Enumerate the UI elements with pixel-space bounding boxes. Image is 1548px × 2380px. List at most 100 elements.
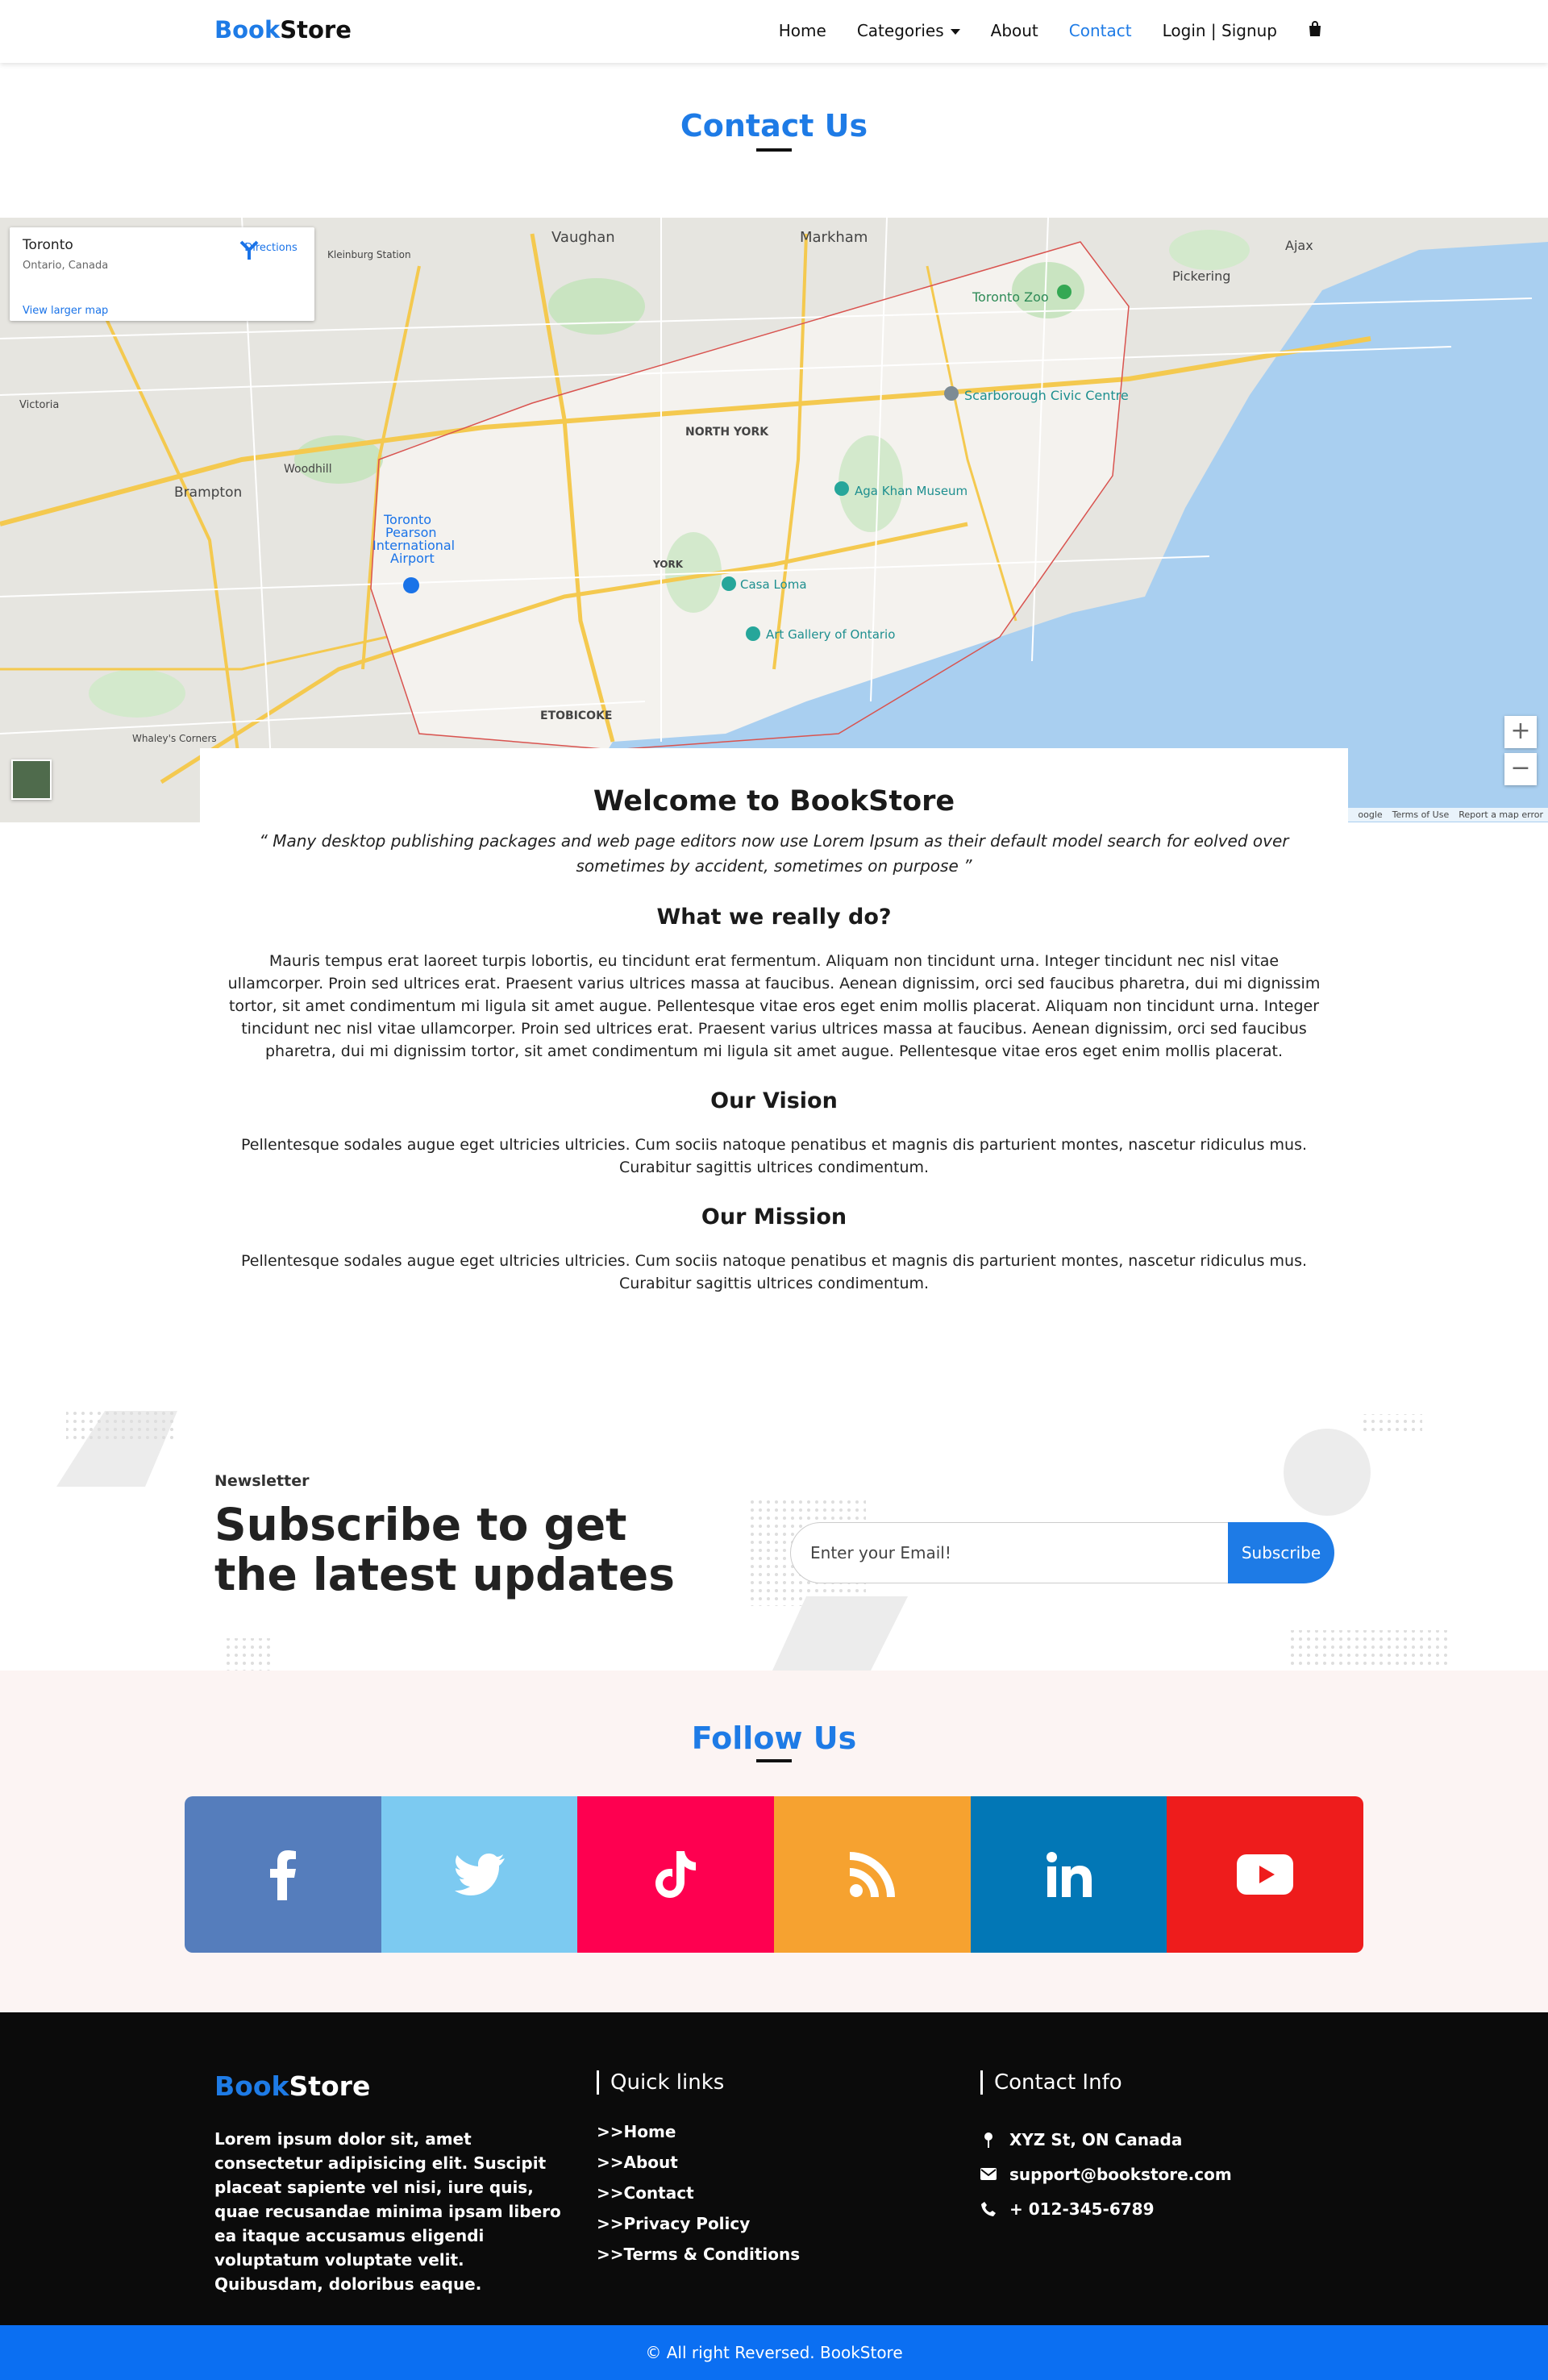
view-larger-map-link[interactable]: View larger map	[23, 305, 108, 317]
quick-links-list: >>Home >>About >>Contact >>Privacy Polic…	[597, 2122, 800, 2275]
nav-login-signup[interactable]: Login | Signup	[1163, 21, 1277, 40]
zoom-out-button[interactable]: −	[1504, 753, 1537, 785]
svg-text:Casa Loma: Casa Loma	[740, 577, 807, 592]
copyright-bar: © All right Reversed. BookStore	[0, 2325, 1548, 2380]
about-card: Welcome to BookStore “ Many desktop publ…	[200, 748, 1348, 1306]
brand-logo[interactable]: BookStore	[214, 16, 352, 44]
newsletter-title: Subscribe to get the latest updates	[214, 1499, 675, 1600]
contact-phone-text: + 012-345-6789	[1009, 2199, 1155, 2219]
contact-info-list: XYZ St, ON Canada support@bookstore.com …	[980, 2122, 1232, 2226]
contact-phone[interactable]: + 012-345-6789	[980, 2191, 1232, 2226]
svg-text:Woodhill: Woodhill	[284, 463, 332, 476]
svg-text:Art Gallery of Ontario: Art Gallery of Ontario	[766, 627, 895, 642]
contact-address: XYZ St, ON Canada	[980, 2122, 1232, 2157]
what-text: Mauris tempus erat laoreet turpis lobort…	[227, 952, 1321, 1060]
map-place-name: Toronto	[23, 237, 73, 253]
title-underline	[756, 148, 792, 152]
email-input[interactable]	[810, 1539, 1197, 1567]
youtube-icon	[1237, 1854, 1294, 1895]
directions-icon	[239, 240, 259, 260]
footer-link-privacy[interactable]: >>Privacy Policy	[597, 2214, 800, 2245]
footer-link-contact[interactable]: >>Contact	[597, 2183, 800, 2214]
map-info-card: Toronto Ontario, Canada View larger map …	[10, 227, 314, 321]
map-pin-icon	[984, 2132, 992, 2148]
nav-categories-label: Categories	[856, 21, 944, 40]
footer-about-text: Lorem ipsum dolor sit, amet consectetur …	[214, 2129, 561, 2294]
phone-icon	[981, 2201, 996, 2216]
footer-brand-second: Store	[289, 2070, 371, 2102]
social-links	[185, 1796, 1363, 1953]
follow-title: Follow Us	[691, 1721, 857, 1756]
twitter-link[interactable]	[381, 1796, 578, 1953]
svg-text:Vaughan: Vaughan	[551, 229, 615, 246]
svg-text:Aga Khan Museum: Aga Khan Museum	[855, 484, 968, 498]
svg-text:YORK: YORK	[652, 559, 684, 570]
linkedin-link[interactable]	[970, 1796, 1167, 1953]
brand-second: Store	[280, 16, 352, 44]
facebook-link[interactable]	[185, 1796, 381, 1953]
twitter-icon	[454, 1854, 505, 1895]
follow-underline	[756, 1759, 792, 1762]
svg-text:ETOBICOKE: ETOBICOKE	[540, 709, 612, 722]
satellite-toggle[interactable]	[11, 759, 52, 800]
youtube-link[interactable]	[1167, 1796, 1363, 1953]
what-heading: What we really do?	[656, 905, 892, 930]
tiktok-icon	[655, 1851, 697, 1898]
svg-text:Whaley's Corners: Whaley's Corners	[132, 733, 217, 744]
linkedin-icon	[1046, 1852, 1092, 1897]
nav-home[interactable]: Home	[779, 21, 826, 40]
svg-text:Toronto Zoo: Toronto Zoo	[972, 289, 1049, 305]
svg-text:Pickering: Pickering	[1172, 268, 1230, 284]
envelope-icon	[980, 2168, 997, 2180]
directions-button[interactable]: Directions	[239, 239, 303, 260]
svg-text:Scarborough Civic Centre: Scarborough Civic Centre	[964, 388, 1129, 403]
shopping-bag-icon[interactable]	[1308, 21, 1322, 37]
map-footer: oogle Terms of Use Report a map error	[1343, 808, 1548, 822]
newsletter-section: Newsletter Subscribe to get the latest u…	[0, 1363, 1548, 1671]
rss-icon	[849, 1852, 895, 1897]
vision-text: Pellentesque sodales augue eget ultricie…	[240, 1136, 1308, 1176]
subscribe-button[interactable]: Subscribe	[1228, 1522, 1334, 1583]
map-terms-link[interactable]: Terms of Use	[1392, 809, 1450, 820]
footer-link-terms[interactable]: >>Terms & Conditions	[597, 2245, 800, 2275]
zoom-in-button[interactable]: +	[1504, 716, 1537, 748]
contact-email[interactable]: support@bookstore.com	[980, 2157, 1232, 2191]
nav-links: Home Categories About Contact Login | Si…	[748, 21, 1322, 40]
follow-section: Follow Us	[0, 1671, 1548, 2012]
caret-down-icon	[950, 29, 960, 35]
footer-link-home[interactable]: >>Home	[597, 2122, 800, 2153]
contact-title: Contact Us	[680, 108, 868, 144]
mission-heading: Our Mission	[701, 1205, 847, 1230]
footer: BookStore Lorem ipsum dolor sit, amet co…	[0, 2012, 1548, 2325]
contact-address-text: XYZ St, ON Canada	[1009, 2129, 1183, 2149]
facebook-icon	[269, 1850, 296, 1900]
svg-text:NORTH YORK: NORTH YORK	[685, 426, 769, 439]
map-embed[interactable]: Vaughan Markham Pickering Ajax Toronto Z…	[0, 218, 1548, 822]
svg-text:Victoria: Victoria	[19, 399, 59, 411]
rss-link[interactable]	[774, 1796, 971, 1953]
nav-categories[interactable]: Categories	[857, 21, 960, 40]
svg-text:Kleinburg Station: Kleinburg Station	[327, 249, 411, 260]
tiktok-link[interactable]	[577, 1796, 775, 1953]
svg-text:Airport: Airport	[390, 551, 435, 566]
quick-links-title: Quick links	[597, 2070, 724, 2095]
map-footer-google[interactable]: oogle	[1358, 809, 1382, 820]
welcome-heading: Welcome to BookStore	[593, 785, 955, 818]
nav-contact[interactable]: Contact	[1069, 21, 1132, 40]
footer-brand[interactable]: BookStore	[214, 2070, 370, 2102]
nav-about[interactable]: About	[991, 21, 1038, 40]
welcome-quote: “ Many desktop publishing packages and w…	[259, 831, 1289, 876]
vision-heading: Our Vision	[710, 1088, 838, 1113]
svg-text:Ajax: Ajax	[1285, 238, 1313, 253]
contact-email-text: support@bookstore.com	[1009, 2164, 1232, 2184]
footer-link-about[interactable]: >>About	[597, 2153, 800, 2183]
newsletter-kicker: Newsletter	[214, 1472, 310, 1490]
contact-info-title: Contact Info	[980, 2070, 1122, 2095]
brand-first: Book	[214, 16, 281, 44]
map-place-region: Ontario, Canada	[23, 260, 109, 272]
svg-text:Markham: Markham	[800, 229, 868, 246]
svg-text:Brampton: Brampton	[174, 485, 242, 501]
mission-text: Pellentesque sodales augue eget ultricie…	[240, 1252, 1308, 1292]
newsletter-form: Subscribe	[790, 1522, 1334, 1583]
map-report-link[interactable]: Report a map error	[1459, 809, 1543, 820]
